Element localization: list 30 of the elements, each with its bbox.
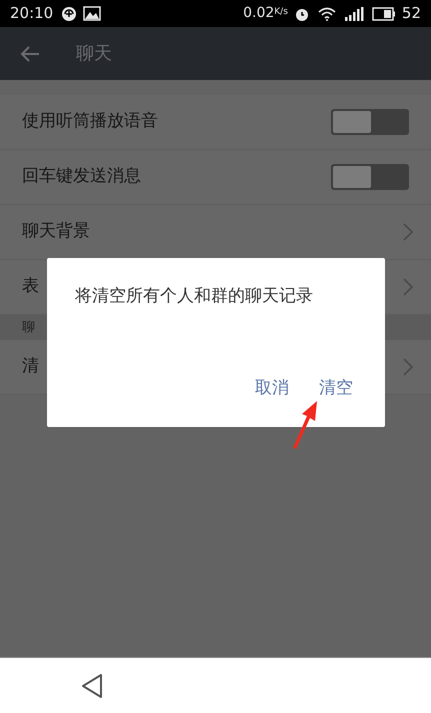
chevron-icon [403,358,413,376]
sync-icon [61,6,78,22]
back-arrow-icon[interactable] [20,44,40,62]
chevron-icon [403,223,413,241]
chevron-icon [403,278,413,296]
speed-unit: K/s [274,6,288,19]
battery-icon [372,6,396,20]
settings-row[interactable]: 聊天背景 [0,205,431,260]
signal-icon [344,6,364,20]
toggle-switch[interactable] [331,109,409,135]
network-speed: 0.02 [243,4,274,23]
row-label: 表 [22,275,39,298]
dialog-button[interactable]: 取消 [251,374,293,403]
row-label: 清 [22,355,39,378]
pointer-arrow [290,400,320,450]
page-title: 聊天 [76,42,112,66]
dialog-button[interactable]: 清空 [315,374,357,403]
row-label: 使用听筒播放语音 [22,110,158,134]
toggle-switch[interactable] [331,164,409,190]
battery-level: 52 [402,3,421,24]
image-icon [83,6,102,21]
settings-row[interactable]: 回车键发送消息 [0,150,431,205]
row-label: 聊天背景 [22,220,90,244]
back-icon[interactable] [80,672,104,698]
section-title: 聊 [22,318,35,337]
clock-time: 20:10 [10,3,54,24]
settings-row[interactable]: 使用听筒播放语音 [0,95,431,150]
row-label: 回车键发送消息 [22,165,141,188]
wifi-icon [318,6,336,20]
dialog-message: 将清空所有个人和群的聊天记录 [75,285,314,308]
